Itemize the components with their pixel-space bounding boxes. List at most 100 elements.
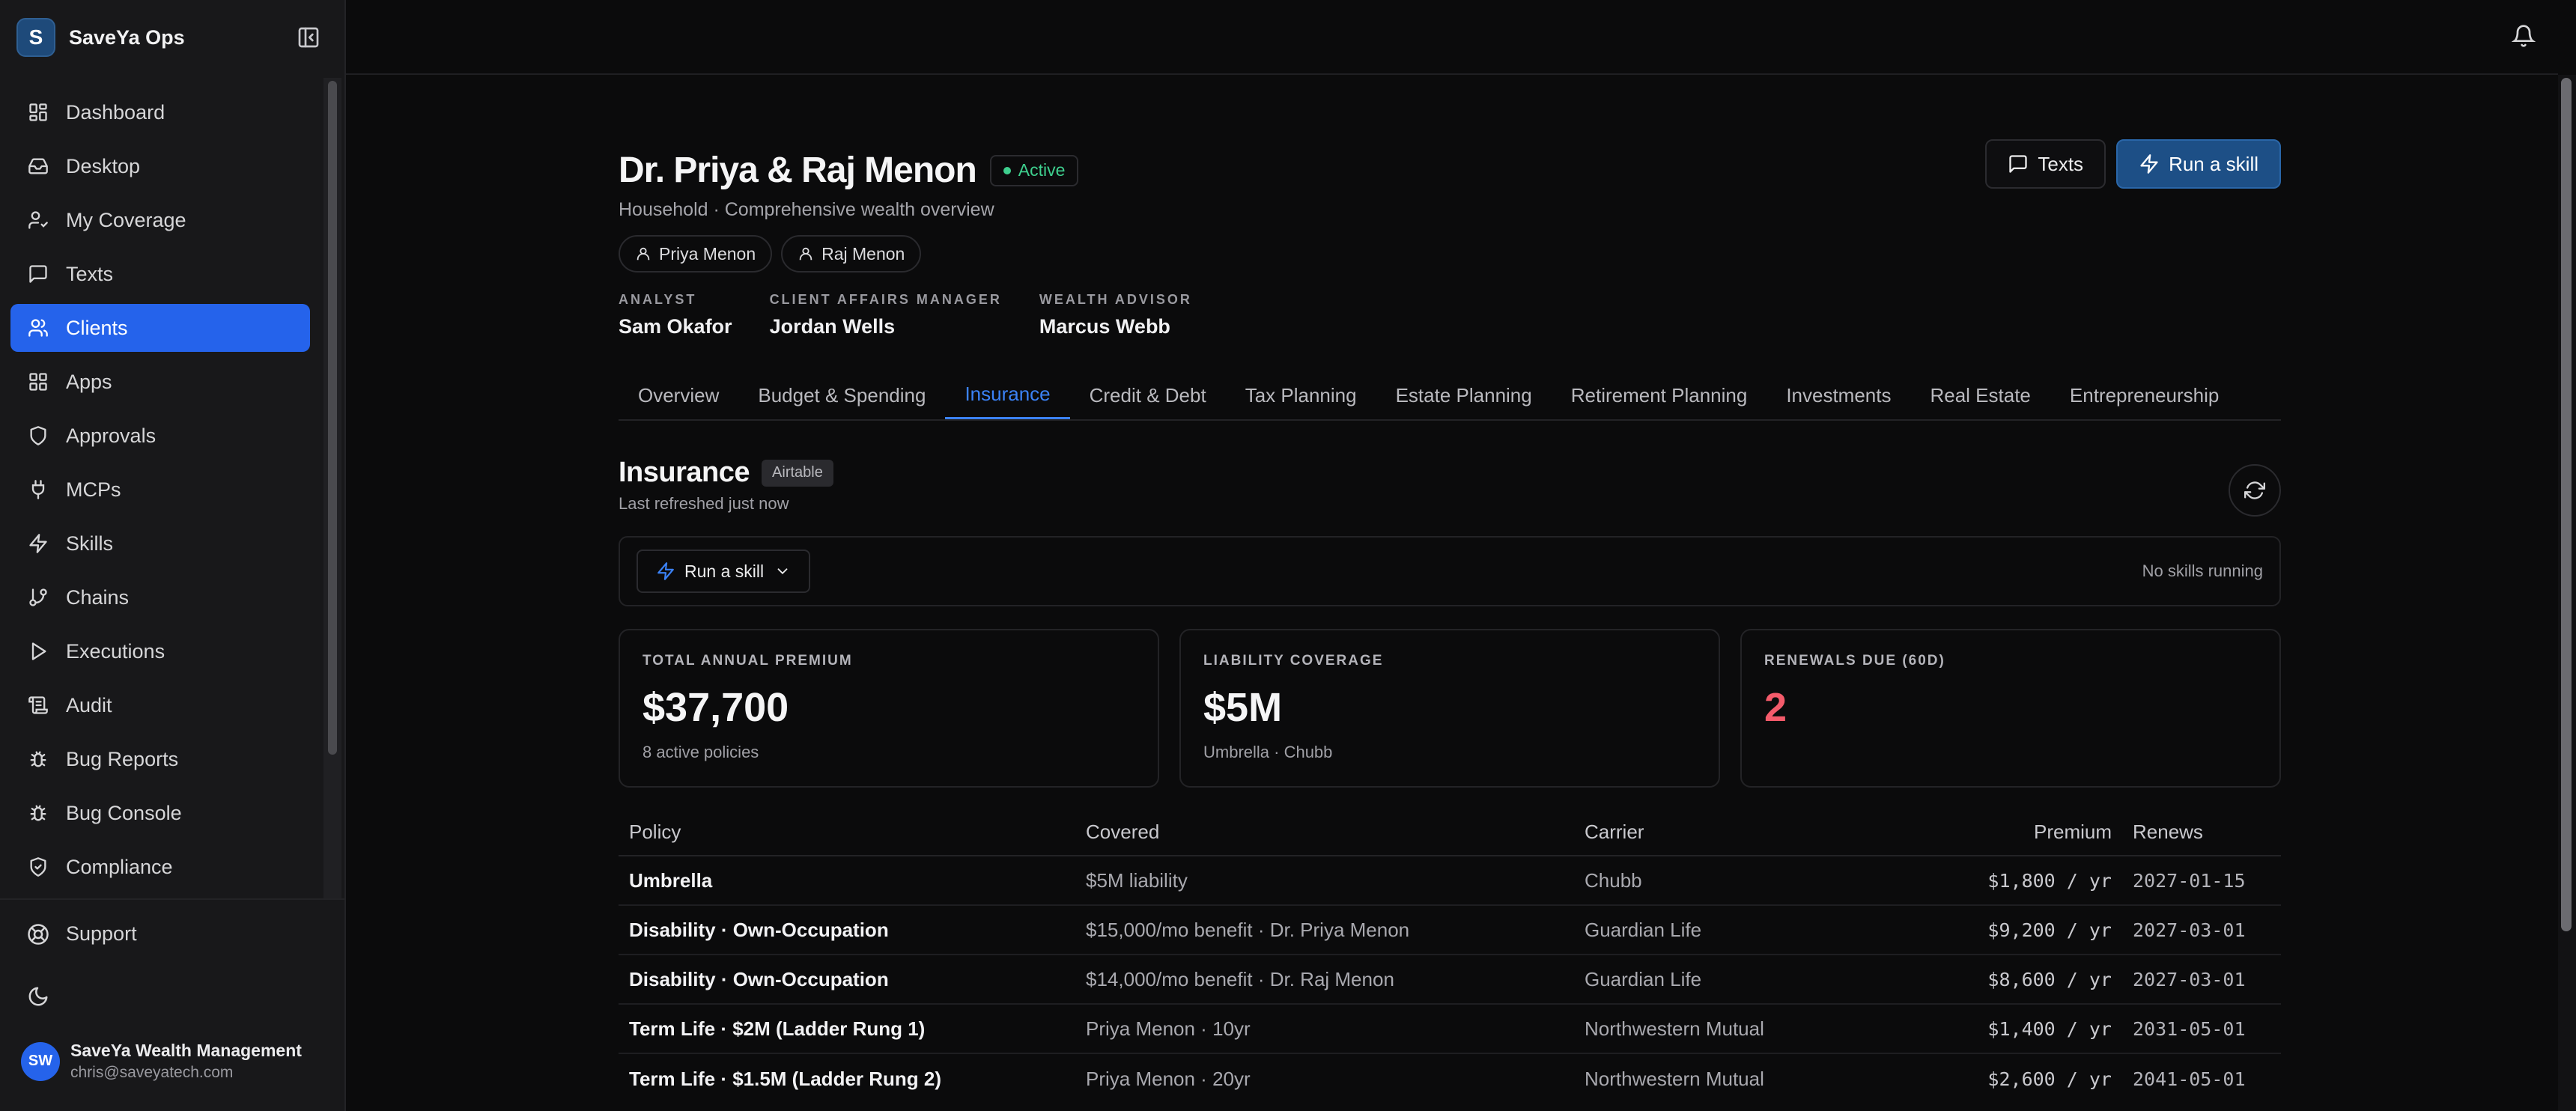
- cell-renews: 2027-03-01: [2133, 919, 2246, 941]
- bug-icon: [27, 802, 49, 824]
- card-subtext: 8 active policies: [643, 743, 759, 761]
- card-label: TOTAL ANNUAL PREMIUM: [643, 653, 853, 669]
- tab-tax-planning[interactable]: Tax Planning: [1226, 371, 1376, 419]
- tab-entrepreneurship[interactable]: Entrepreneurship: [2050, 371, 2238, 419]
- role-label: WEALTH ADVISOR: [1039, 292, 1192, 307]
- policies-table: Policy Covered Carrier Premium Renews Um…: [619, 809, 2281, 1104]
- section-header: Insurance Airtable: [619, 457, 833, 489]
- user-email: chris@saveyatech.com: [70, 1064, 234, 1081]
- moon-icon[interactable]: [27, 985, 49, 1008]
- sidebar-item-label: Compliance: [66, 855, 173, 878]
- member-chip[interactable]: Priya Menon: [619, 235, 773, 273]
- member-chip[interactable]: Raj Menon: [781, 235, 922, 273]
- tab-retirement-planning[interactable]: Retirement Planning: [1552, 371, 1767, 419]
- skill-runner-bar: Run a skill No skills running: [619, 536, 2281, 606]
- card-renewals-due: RENEWALS DUE (60D) 2: [1740, 629, 2281, 788]
- refresh-button[interactable]: [2229, 464, 2281, 517]
- brand[interactable]: S SaveYa Ops: [16, 18, 185, 57]
- plug-icon: [27, 478, 49, 501]
- status-text: Active: [1018, 160, 1066, 180]
- sidebar-item-bug-reports[interactable]: Bug Reports: [10, 735, 310, 783]
- column-header-renews[interactable]: Renews: [2112, 821, 2281, 844]
- role-label: CLIENT AFFAIRS MANAGER: [769, 292, 1002, 307]
- sidebar-item-audit[interactable]: Audit: [10, 681, 310, 729]
- sidebar-item-dashboard[interactable]: Dashboard: [10, 88, 310, 136]
- last-refreshed: Last refreshed just now: [619, 494, 789, 513]
- run-skill-button[interactable]: Run a skill: [2116, 139, 2281, 189]
- source-badge: Airtable: [762, 459, 833, 487]
- avatar: SW: [21, 1041, 60, 1081]
- tab-credit-debt[interactable]: Credit & Debt: [1070, 371, 1226, 419]
- user-info: SaveYa Wealth Management chris@saveyatec…: [70, 1041, 302, 1082]
- grid-icon: [27, 101, 49, 124]
- table-row[interactable]: Term Life · $2M (Ladder Rung 1) Priya Me…: [619, 1005, 2281, 1054]
- cell-covered: Priya Menon · 10yr: [1086, 1017, 1251, 1040]
- column-header-covered[interactable]: Covered: [1086, 821, 1585, 844]
- sidebar-item-texts[interactable]: Texts: [10, 250, 310, 298]
- run-skill-dropdown[interactable]: Run a skill: [637, 550, 811, 593]
- sidebar-item-desktop[interactable]: Desktop: [10, 142, 310, 190]
- tab-overview[interactable]: Overview: [619, 371, 738, 419]
- texts-button[interactable]: Texts: [1985, 139, 2106, 189]
- zap-icon: [2139, 153, 2160, 174]
- play-icon: [27, 640, 49, 663]
- sidebar-scrollbar-thumb[interactable]: [328, 81, 337, 755]
- table-row[interactable]: Disability · Own-Occupation $14,000/mo b…: [619, 955, 2281, 1005]
- sidebar-item-approvals[interactable]: Approvals: [10, 412, 310, 460]
- sidebar-item-skills[interactable]: Skills: [10, 520, 310, 567]
- column-header-premium[interactable]: Premium: [1899, 821, 2112, 844]
- table-header: Policy Covered Carrier Premium Renews: [619, 809, 2281, 856]
- message-icon: [2008, 153, 2029, 174]
- message-icon: [27, 263, 49, 285]
- sidebar-item-mcps[interactable]: MCPs: [10, 466, 310, 514]
- scroll-icon: [27, 694, 49, 716]
- role-name: Jordan Wells: [769, 315, 896, 338]
- tab-real-estate[interactable]: Real Estate: [1910, 371, 2050, 419]
- cell-policy: Umbrella: [629, 868, 713, 892]
- table-row[interactable]: Disability · Own-Occupation $15,000/mo b…: [619, 906, 2281, 955]
- sidebar-divider: [0, 898, 346, 900]
- tab-estate-planning[interactable]: Estate Planning: [1376, 371, 1552, 419]
- user-profile[interactable]: SW SaveYa Wealth Management chris@saveya…: [21, 1041, 302, 1082]
- header-actions: Texts Run a skill: [1985, 139, 2281, 189]
- sidebar-collapse-icon[interactable]: [297, 25, 321, 49]
- role-name: Marcus Webb: [1039, 315, 1170, 338]
- support-link[interactable]: Support: [27, 922, 137, 946]
- tab-investments[interactable]: Investments: [1767, 371, 1910, 419]
- cell-renews: 2027-03-01: [2133, 968, 2246, 990]
- sidebar-item-clients[interactable]: Clients: [10, 304, 310, 352]
- cell-policy: Disability · Own-Occupation: [629, 967, 889, 990]
- main-scrollbar-thumb[interactable]: [2561, 78, 2572, 931]
- card-value: $37,700: [643, 685, 789, 730]
- column-header-policy[interactable]: Policy: [619, 821, 1086, 844]
- user-name: SaveYa Wealth Management: [70, 1041, 302, 1060]
- sidebar: S SaveYa Ops Dashboard Desktop My Covera…: [0, 0, 346, 1111]
- sidebar-item-label: MCPs: [66, 478, 121, 501]
- page-subtitle: Household · Comprehensive wealth overvie…: [619, 199, 994, 220]
- run-skill-dropdown-label: Run a skill: [684, 561, 765, 581]
- refresh-icon: [2244, 480, 2265, 501]
- sidebar-item-label: Desktop: [66, 154, 141, 177]
- cell-policy: Term Life · $2M (Ladder Rung 1): [629, 1017, 926, 1040]
- cell-premium: $2,600 / yr: [1987, 1068, 2112, 1090]
- sidebar-item-executions[interactable]: Executions: [10, 627, 310, 675]
- member-name: Priya Menon: [659, 243, 756, 264]
- sidebar-item-apps[interactable]: Apps: [10, 358, 310, 406]
- sidebar-item-label: Approvals: [66, 424, 157, 447]
- sidebar-item-my-coverage[interactable]: My Coverage: [10, 196, 310, 244]
- cell-renews: 2031-05-01: [2133, 1017, 2246, 1040]
- sidebar-item-compliance[interactable]: Compliance: [10, 843, 310, 891]
- column-header-carrier[interactable]: Carrier: [1585, 821, 1899, 844]
- card-total-annual-premium: TOTAL ANNUAL PREMIUM $37,700 8 active po…: [619, 629, 1159, 788]
- tab-budget-spending[interactable]: Budget & Spending: [738, 371, 945, 419]
- bell-icon[interactable]: [2512, 24, 2536, 48]
- sidebar-item-label: Bug Console: [66, 801, 182, 824]
- cell-renews: 2027-01-15: [2133, 869, 2246, 892]
- sidebar-item-bug-console[interactable]: Bug Console: [10, 789, 310, 837]
- table-row[interactable]: Umbrella $5M liability Chubb $1,800 / yr…: [619, 856, 2281, 906]
- cell-covered: Priya Menon · 20yr: [1086, 1067, 1251, 1090]
- tab-insurance[interactable]: Insurance: [945, 371, 1070, 419]
- table-row[interactable]: Term Life · $1.5M (Ladder Rung 2) Priya …: [619, 1054, 2281, 1104]
- users-icon: [27, 317, 49, 339]
- sidebar-item-chains[interactable]: Chains: [10, 573, 310, 621]
